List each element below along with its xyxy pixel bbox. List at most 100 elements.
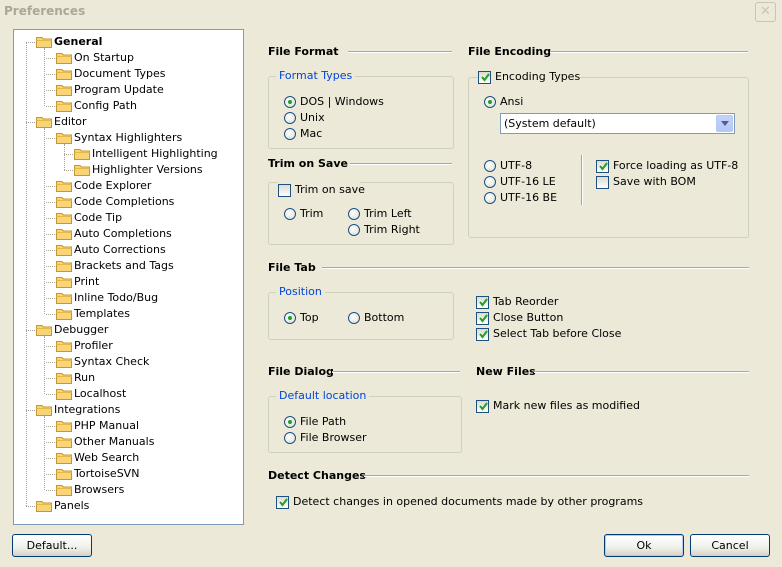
radio-dot (348, 208, 360, 220)
tree-connector (46, 282, 55, 283)
folder-icon (36, 501, 52, 512)
folder-icon (56, 421, 72, 432)
folder-icon (56, 69, 72, 80)
folder-icon (56, 229, 72, 240)
tree-connector (26, 410, 35, 411)
check-icon (599, 162, 608, 171)
checkbox-box (476, 296, 489, 309)
tree-connector (46, 138, 55, 139)
folder-icon (56, 469, 72, 480)
folder-icon (56, 261, 72, 272)
trim-on-save-checkbox[interactable]: Trim on save (278, 182, 365, 198)
tree-connector (46, 58, 55, 59)
checkbox-box (596, 176, 609, 189)
folder-icon (36, 37, 52, 48)
folder-icon (56, 53, 72, 64)
folder-icon (56, 437, 72, 448)
folder-icon (56, 309, 72, 320)
trim-on-save-divider (350, 163, 452, 165)
tree-connector (44, 336, 45, 394)
format-types-label: Format Types (276, 69, 356, 82)
folder-icon (36, 325, 52, 336)
file-encoding-divider (550, 51, 748, 53)
radio-dot (484, 160, 496, 172)
tree-connector (46, 202, 55, 203)
folder-icon (56, 197, 72, 208)
position-label: Position (276, 285, 325, 298)
detect-changes-title: Detect Changes (268, 469, 366, 482)
preferences-tree[interactable]: General On Startup Document Types Program U… (13, 29, 244, 525)
tree-connector (46, 490, 55, 491)
checkbox-box (476, 400, 489, 413)
folder-icon (56, 373, 72, 384)
radio-dot (284, 432, 296, 444)
folder-icon (36, 117, 52, 128)
tree-connector (64, 154, 73, 155)
checkbox-box (596, 160, 609, 173)
tree-connector (46, 474, 55, 475)
tree-connector (26, 506, 35, 507)
file-dialog-divider (332, 371, 460, 373)
folder-icon (56, 389, 72, 400)
tree-connector (44, 48, 45, 106)
tree-connector (46, 298, 55, 299)
encoding-types-checkbox[interactable]: Encoding Types (478, 69, 580, 85)
tree-connector (64, 144, 65, 170)
file-format-divider (348, 51, 452, 53)
tree-connector (46, 74, 55, 75)
format-types-group (268, 76, 454, 149)
folder-icon (74, 149, 90, 160)
folder-icon (56, 101, 72, 112)
file-format-title: File Format (268, 45, 339, 58)
title-bar: Preferences ✕ (0, 0, 782, 24)
dropdown-arrow[interactable] (716, 115, 733, 132)
trim-on-save-title: Trim on Save (268, 157, 348, 170)
radio-dot (284, 416, 296, 428)
tree-connector (46, 234, 55, 235)
radio-dot (284, 112, 296, 124)
tree-connector (46, 442, 55, 443)
cancel-button[interactable]: Cancel (690, 534, 770, 557)
tree-connector (64, 170, 73, 171)
tree-connector (44, 416, 45, 490)
tree-connector (46, 426, 55, 427)
radio-dot (348, 312, 360, 324)
radio-dot (284, 208, 296, 220)
checkbox-box (478, 71, 491, 84)
checkbox-box (476, 328, 489, 341)
folder-icon (56, 245, 72, 256)
window-title: Preferences (4, 4, 86, 18)
tree-connector (46, 90, 55, 91)
check-icon (479, 402, 488, 411)
default-button[interactable]: Default... (12, 534, 92, 557)
check-icon (481, 73, 490, 82)
radio-dot (484, 192, 496, 204)
folder-icon (56, 341, 72, 352)
close-icon: ✕ (760, 4, 771, 19)
file-tab-divider (322, 267, 749, 269)
encoding-separator (581, 155, 583, 205)
folder-icon (56, 213, 72, 224)
tree-connector (46, 362, 55, 363)
radio-dot (284, 312, 296, 324)
tree-connector (46, 250, 55, 251)
folder-icon (56, 293, 72, 304)
folder-icon (56, 485, 72, 496)
radio-dot (348, 224, 360, 236)
check-icon (479, 314, 488, 323)
tree-connector (46, 378, 55, 379)
tree-connector (46, 458, 55, 459)
folder-icon (56, 133, 72, 144)
ansi-codepage-select[interactable]: (System default) (500, 113, 735, 134)
folder-icon (56, 85, 72, 96)
folder-icon (56, 453, 72, 464)
folder-icon (56, 277, 72, 288)
tree-connector (46, 394, 55, 395)
check-icon (279, 498, 288, 507)
radio-dot (484, 176, 496, 188)
radio-dot (284, 96, 296, 108)
chevron-down-icon (721, 121, 729, 126)
close-button[interactable]: ✕ (755, 2, 776, 22)
ok-button[interactable]: Ok (604, 534, 684, 557)
file-encoding-title: File Encoding (468, 45, 552, 58)
